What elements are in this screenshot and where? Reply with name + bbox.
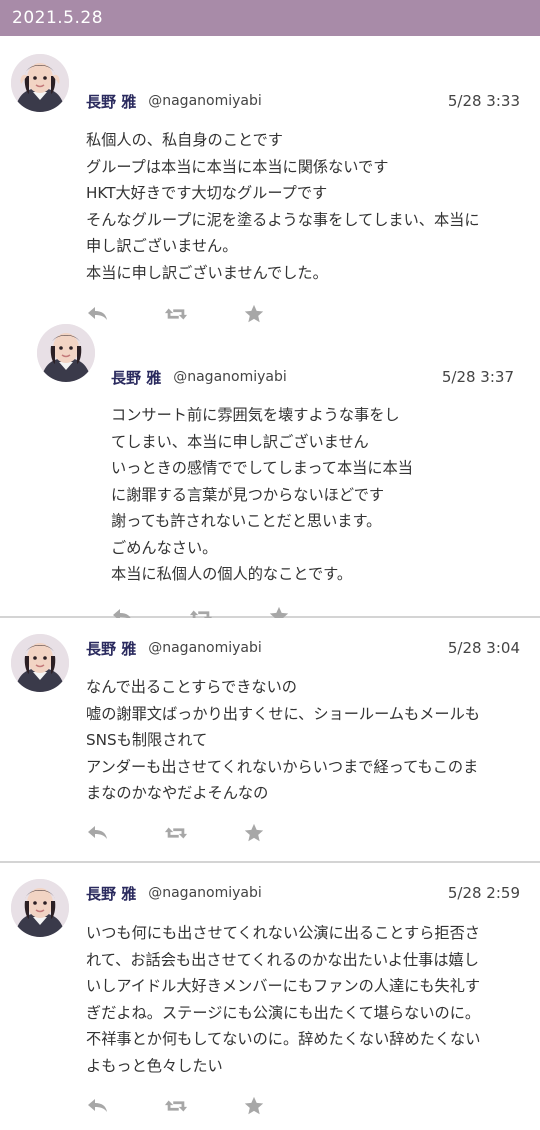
favorite-icon[interactable] — [242, 302, 266, 326]
tweet-actions — [86, 302, 320, 326]
tweet-text-line: 本当に私個人の個人的なことです。 — [111, 565, 353, 583]
user-name[interactable]: 長野 雅 — [86, 638, 136, 659]
tweet-text-line: SNSも制限されて — [86, 731, 208, 749]
tweet-actions — [86, 821, 320, 845]
tweet-text-line: いっときの感情ででしてしまって本当に本当 — [111, 459, 413, 477]
tweet-text-line: 本当に申し訳ございませんでした。 — [86, 263, 328, 282]
tweet-text-line: てしまい、本当に申し訳ございません — [111, 432, 369, 451]
user-handle[interactable]: @naganomiyabi — [148, 885, 262, 901]
tweet-text: 私個人の、私自身のことです グループは本当に本当に本当に関係ないです HKT大好… — [86, 127, 480, 286]
tweet-text-line: 謝っても許されないことだと思います。 — [111, 512, 382, 530]
tweet-time: 5/28 3:04 — [447, 639, 520, 657]
tweet-card: 長野 雅 @naganomiyabi 5/28 3:33 私個人の、私自身のこと… — [0, 36, 540, 625]
avatar[interactable] — [11, 634, 69, 692]
tweet-text-line: よもっと色々したい — [86, 1056, 223, 1075]
user-name[interactable]: 長野 雅 — [86, 91, 136, 112]
reply-icon[interactable] — [86, 302, 110, 326]
avatar[interactable] — [37, 324, 95, 382]
tweet-card: 長野 雅 @naganomiyabi 5/28 3:04 なんで出ることすらでき… — [0, 618, 540, 863]
reply-icon[interactable] — [86, 1094, 110, 1118]
tweet-text-line: アンダーも出させてくれないからいつまで経ってもこのま — [86, 757, 479, 776]
tweet-time: 5/28 3:37 — [441, 368, 514, 386]
tweet-header: 長野 雅 @naganomiyabi 5/28 2:59 — [86, 882, 522, 904]
user-name[interactable]: 長野 雅 — [86, 883, 136, 904]
reply-icon[interactable] — [86, 821, 110, 845]
tweet-text-line: なんで出ることすらできないの — [86, 678, 297, 696]
tweet-text-line: ぎだよね。ステージにも公演にも出たくて堪らないのに。 — [86, 1003, 481, 1022]
tweet-text-line: 申し訳ございません。 — [86, 237, 238, 255]
retweet-icon[interactable] — [164, 302, 188, 326]
favorite-icon[interactable] — [242, 1094, 266, 1118]
tweet[interactable]: 長野 雅 @naganomiyabi 5/28 3:37 コンサート前に雰囲気を… — [0, 324, 540, 625]
tweet-text-line: いしアイドル大好きメンバーにもファンの人達にも失礼す — [86, 977, 481, 995]
tweet-time: 5/28 2:59 — [447, 884, 520, 902]
date-label: 2021.5.28 — [12, 8, 104, 28]
tweet[interactable]: 長野 雅 @naganomiyabi 5/28 2:59 いつも何にも出させてく… — [0, 863, 540, 1130]
tweet[interactable]: 長野 雅 @naganomiyabi 5/28 3:04 なんで出ることすらでき… — [0, 618, 540, 861]
tweet-text-line: コンサート前に雰囲気を壊すような事をし — [111, 406, 400, 424]
tweet-text-line: グループは本当に本当に本当に関係ないです — [86, 157, 389, 176]
retweet-icon[interactable] — [164, 821, 188, 845]
tweet[interactable]: 長野 雅 @naganomiyabi 5/28 3:33 私個人の、私自身のこと… — [0, 36, 540, 625]
tweet-text-line: 不祥事とか何もしてないのに。辞めたくない辞めたくない — [86, 1030, 481, 1048]
date-header: 2021.5.28 — [0, 0, 540, 36]
tweet-text-line: に謝罪する言葉が見つからないほどです — [111, 485, 385, 504]
tweet-text: コンサート前に雰囲気を壊すような事をし てしまい、本当に申し訳ございません いっ… — [111, 402, 413, 588]
user-handle[interactable]: @naganomiyabi — [148, 640, 262, 656]
user-name[interactable]: 長野 雅 — [111, 367, 161, 388]
tweet-text: なんで出ることすらできないの 嘘の謝罪文ばっかり出すくせに、ショールームもメール… — [86, 674, 480, 807]
tweet-text-line: HKT大好きです大切なグループです — [86, 184, 328, 202]
tweet-text-line: 私個人の、私自身のことです — [86, 131, 283, 149]
tweet-actions — [86, 1094, 320, 1118]
tweet-time: 5/28 3:33 — [447, 92, 520, 110]
tweet-header: 長野 雅 @naganomiyabi 5/28 3:04 — [86, 637, 522, 659]
tweet-text: いつも何にも出させてくれない公演に出ることすら拒否さ れて、お話会も出させてくれ… — [86, 920, 480, 1079]
user-handle[interactable]: @naganomiyabi — [148, 93, 262, 109]
tweet-text-line: れて、お話会も出させてくれるのかな出たいよ仕事は嬉し — [86, 950, 479, 969]
tweet-card: 長野 雅 @naganomiyabi 5/28 2:59 いつも何にも出させてく… — [0, 863, 540, 1130]
tweet-text-line: ごめんなさい。 — [111, 538, 218, 557]
retweet-icon[interactable] — [164, 1094, 188, 1118]
tweet-text-line: そんなグループに泥を塗るような事をしてしまい、本当に — [86, 210, 480, 229]
tweet-text-line: 嘘の謝罪文ばっかり出すくせに、ショールームもメールも — [86, 704, 480, 723]
favorite-icon[interactable] — [242, 821, 266, 845]
tweet-header: 長野 雅 @naganomiyabi 5/28 3:37 — [111, 366, 516, 388]
tweet-text-line: まなのかなやだよそんなの — [86, 784, 269, 802]
user-handle[interactable]: @naganomiyabi — [173, 369, 287, 385]
avatar[interactable] — [11, 879, 69, 937]
tweet-text-line: いつも何にも出させてくれない公演に出ることすら拒否さ — [86, 924, 480, 942]
tweet-header: 長野 雅 @naganomiyabi 5/28 3:33 — [86, 90, 522, 112]
avatar[interactable] — [11, 54, 69, 112]
